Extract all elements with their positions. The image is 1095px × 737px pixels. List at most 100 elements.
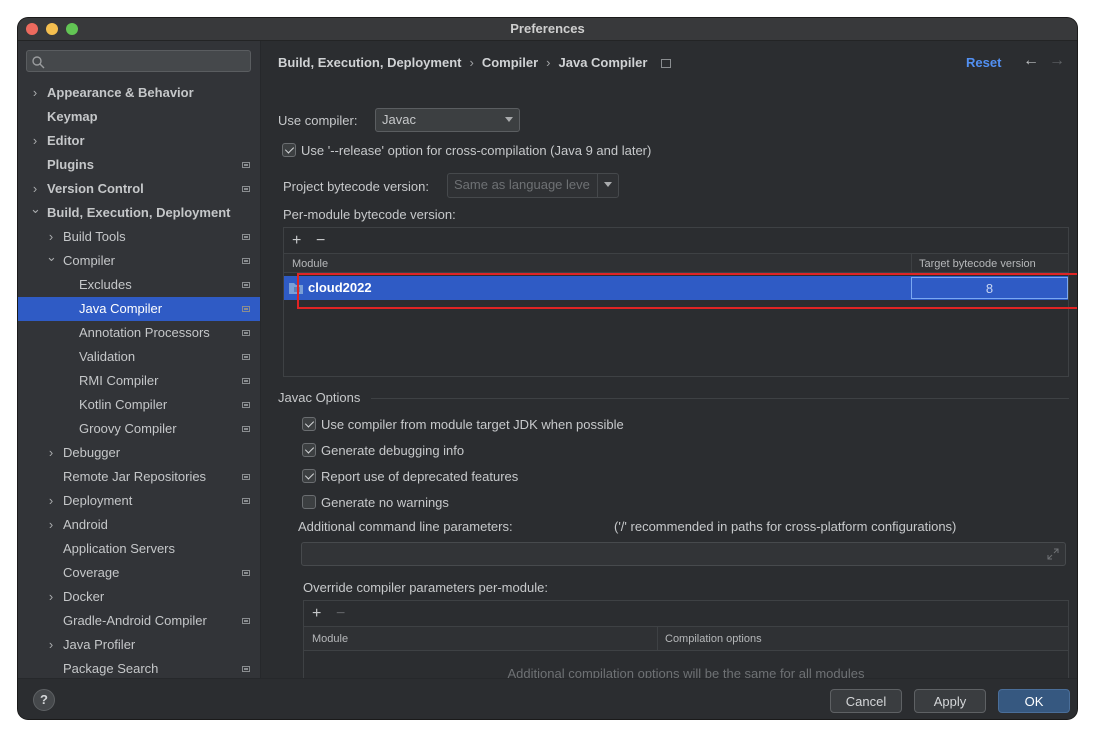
sidebar-item[interactable]: Gradle-Android Compiler (18, 609, 260, 633)
chevron-right-icon[interactable]: › (46, 585, 56, 609)
help-button[interactable]: ? (33, 689, 55, 711)
apply-button[interactable]: Apply (914, 689, 986, 713)
column-module[interactable]: Module (312, 627, 348, 651)
sidebar-item[interactable]: ⌄ Compiler (18, 249, 260, 273)
use-compiler-dropdown[interactable]: Javac (375, 108, 520, 132)
java-compiler-settings: Build, Execution, Deployment › Compiler › Ja… (261, 41, 1077, 681)
option-deprecated-checkbox[interactable] (302, 469, 316, 483)
sidebar-item[interactable]: › Android (18, 513, 260, 537)
option-debug-info-label: Generate debugging info (321, 443, 465, 458)
sidebar-item[interactable]: Annotation Processors (18, 321, 260, 345)
option-target-jdk-checkbox[interactable] (302, 417, 316, 431)
project-settings-icon (242, 402, 250, 408)
sidebar-item[interactable]: Java Compiler (18, 297, 260, 321)
remove-module-button[interactable]: − (316, 233, 325, 249)
section-divider (371, 398, 1069, 399)
project-settings-icon (242, 258, 250, 264)
javac-options-title: Javac Options (278, 390, 361, 405)
sidebar-item-label: Build, Execution, Deployment (47, 205, 231, 220)
cancel-button[interactable]: Cancel (830, 689, 902, 713)
window-title: Preferences (510, 21, 585, 36)
sidebar-item[interactable]: Keymap (18, 105, 260, 129)
chevron-down-icon (604, 182, 612, 187)
sidebar-item[interactable]: › Java Profiler (18, 633, 260, 657)
project-settings-icon (242, 378, 250, 384)
preferences-window: Preferences › Appearance & Behavior Keymap… (18, 18, 1077, 719)
sidebar-item-label: Java Compiler (79, 301, 163, 316)
breadcrumb: Build, Execution, Deployment › Compiler › Ja… (278, 55, 671, 70)
sidebar-item[interactable]: › Deployment (18, 489, 260, 513)
sidebar-item[interactable]: Plugins (18, 153, 260, 177)
breadcrumb-item[interactable]: Build, Execution, Deployment (278, 55, 461, 70)
expand-icon[interactable] (1047, 548, 1059, 560)
column-divider (657, 627, 658, 651)
sidebar-item[interactable]: › Debugger (18, 441, 260, 465)
project-settings-icon (242, 186, 250, 192)
sidebar-item[interactable]: Remote Jar Repositories (18, 465, 260, 489)
project-settings-icon (242, 498, 250, 504)
option-no-warnings-checkbox[interactable] (302, 495, 316, 509)
sidebar-item[interactable]: Application Servers (18, 537, 260, 561)
column-module[interactable]: Module (292, 254, 328, 274)
sidebar-item[interactable]: › Docker (18, 585, 260, 609)
project-settings-icon (242, 282, 250, 288)
project-settings-icon (661, 59, 671, 69)
additional-params-hint: ('/' recommended in paths for cross-plat… (614, 519, 957, 534)
ok-button[interactable]: OK (998, 689, 1070, 713)
per-module-label: Per-module bytecode version: (283, 207, 456, 222)
chevron-down-icon (505, 117, 513, 122)
sidebar-item[interactable]: Groovy Compiler (18, 417, 260, 441)
sidebar-item-label: Deployment (63, 493, 133, 508)
sidebar-item[interactable]: Excludes (18, 273, 260, 297)
sidebar-item[interactable]: ⌄ Build, Execution, Deployment (18, 201, 260, 225)
use-compiler-label: Use compiler: (278, 113, 358, 128)
sidebar-item[interactable]: Validation (18, 345, 260, 369)
sidebar-item-label: Java Profiler (63, 637, 136, 652)
settings-search-input[interactable] (26, 50, 251, 72)
option-target-jdk-label: Use compiler from module target JDK when… (321, 417, 624, 432)
forward-arrow-icon[interactable]: → (1049, 52, 1065, 70)
sidebar-item-label: Docker (63, 589, 105, 604)
chevron-right-icon[interactable]: › (46, 513, 56, 537)
column-target-bytecode[interactable]: Target bytecode version (919, 254, 1036, 274)
sidebar-item-label: Plugins (47, 157, 94, 172)
breadcrumb-item[interactable]: Compiler (482, 55, 538, 70)
sidebar-item-label: RMI Compiler (79, 373, 159, 388)
sidebar-item-label: Application Servers (63, 541, 175, 556)
sidebar-item-label: Build Tools (63, 229, 126, 244)
dialog-footer: ? Cancel Apply OK (18, 678, 1077, 719)
sidebar-item[interactable]: Kotlin Compiler (18, 393, 260, 417)
column-compilation-options[interactable]: Compilation options (665, 627, 762, 651)
sidebar-item[interactable]: Package Search (18, 657, 260, 678)
sidebar-item-label: Debugger (63, 445, 121, 460)
remove-override-button[interactable]: − (336, 606, 345, 622)
sidebar-item[interactable]: › Editor (18, 129, 260, 153)
project-bytecode-dropdown[interactable]: Same as language leve (447, 173, 619, 198)
chevron-right-icon[interactable]: › (30, 81, 40, 105)
sidebar-item[interactable]: › Appearance & Behavior (18, 81, 260, 105)
sidebar-item[interactable]: Coverage (18, 561, 260, 585)
sidebar-item[interactable]: RMI Compiler (18, 369, 260, 393)
override-label: Override compiler parameters per-module: (303, 580, 548, 595)
chevron-down-icon[interactable]: ⌄ (30, 197, 41, 221)
sidebar-item-label: Kotlin Compiler (79, 397, 168, 412)
sidebar-item[interactable]: › Version Control (18, 177, 260, 201)
option-debug-info-checkbox[interactable] (302, 443, 316, 457)
chevron-right-icon[interactable]: › (46, 441, 56, 465)
chevron-down-icon[interactable]: ⌄ (46, 245, 57, 269)
project-settings-icon (242, 234, 250, 240)
release-option-checkbox[interactable] (282, 143, 296, 157)
project-bytecode-label: Project bytecode version: (283, 179, 429, 194)
add-override-button[interactable]: + (312, 606, 321, 622)
chevron-right-icon[interactable]: › (30, 129, 40, 153)
add-module-button[interactable]: + (292, 233, 301, 249)
additional-params-input[interactable] (301, 542, 1066, 566)
back-arrow-icon[interactable]: ← (1023, 52, 1039, 70)
chevron-right-icon[interactable]: › (46, 489, 56, 513)
sidebar-item-label: Gradle-Android Compiler (63, 613, 207, 628)
reset-link[interactable]: Reset (966, 55, 1001, 70)
project-settings-icon (242, 354, 250, 360)
chevron-right-icon[interactable]: › (46, 633, 56, 657)
sidebar-item-label: Android (63, 517, 108, 532)
sidebar-item-label: Package Search (63, 661, 159, 676)
